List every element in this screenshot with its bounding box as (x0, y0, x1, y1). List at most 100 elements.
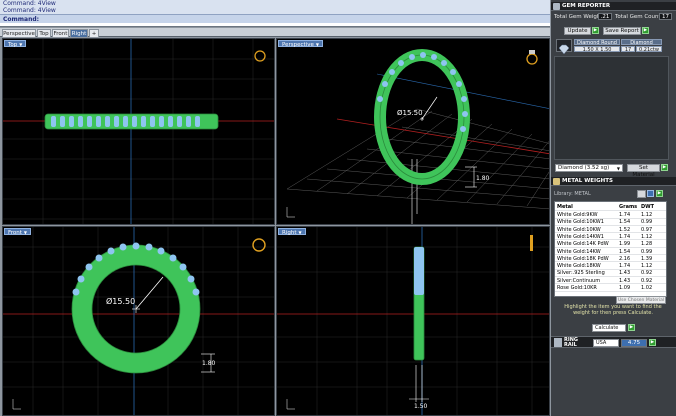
metal-table-row[interactable]: White Gold:10KW 1.52 0.97 (555, 226, 666, 234)
front-diameter-label: Ø15.50 (106, 296, 135, 306)
front-view-canvas: Ø15.50 1.80 (3, 227, 274, 415)
gem-table-size: 1.50 X 1.50 (574, 46, 620, 53)
metal-name-cell: Silver:Continuum (557, 277, 601, 284)
library-go-button[interactable]: ▶ (656, 190, 663, 197)
metal-name-cell: Silver:.925 Sterling (557, 270, 605, 277)
command-history: Command: 4View Command: 4View Command: (0, 0, 550, 27)
gem-reporter-header[interactable]: GEM REPORTER (551, 2, 676, 11)
gem-icon (553, 3, 560, 10)
front-height-label: 1.80 (202, 360, 216, 367)
gem-list-area (554, 56, 669, 160)
axis-gizmo-icon (286, 207, 295, 218)
dwt-cell: 0.99 (641, 219, 653, 226)
gem-row-right (414, 247, 424, 295)
ring-size-value[interactable]: 4.75 (621, 339, 647, 347)
ring-standard-select[interactable]: USA (593, 339, 619, 347)
ring-size-go-button[interactable]: ▶ (649, 339, 656, 346)
perspective-height-label: 1.80 (476, 175, 490, 182)
grams-cell: 1.74 (619, 263, 631, 270)
dwt-cell: 0.92 (641, 270, 653, 277)
viewport-label-perspective[interactable]: Perspective ▼ (278, 40, 323, 48)
viewport-perspective[interactable]: Ø15.50 1.80 Perspective ▼ (276, 38, 550, 225)
update-button[interactable]: Update (564, 27, 591, 35)
gem-table-weight: 0.21ctw (636, 46, 662, 53)
panel-empty-area (551, 349, 676, 416)
use-metal-button[interactable]: Use Chosen Material (616, 296, 666, 304)
calculate-go-button[interactable]: ▶ (628, 324, 635, 331)
library-label: Library: METAL (554, 191, 591, 197)
dwt-cell: 1.28 (641, 241, 653, 248)
grams-cell: 1.54 (619, 248, 631, 255)
viewport-front[interactable]: Ø15.50 1.80 Front ▼ (2, 226, 275, 416)
axis-gizmo-icon (12, 399, 21, 410)
metal-table-row[interactable]: White Gold:10KW1 1.54 0.99 (555, 219, 666, 226)
total-gem-count-value: 17 (659, 13, 672, 20)
dwt-cell: 0.97 (641, 226, 653, 233)
gem-table-count: 17 (621, 46, 635, 53)
grams-cell: 1.74 (619, 212, 631, 218)
dwt-cell: 1.39 (641, 255, 653, 262)
metal-table-header: Metal Grams DWT (555, 204, 666, 211)
ring-size-bar: RING RAIL USA 4.75 ▶ (551, 336, 676, 348)
metal-table-row[interactable]: White Gold:18KW 1.74 1.12 (555, 263, 666, 270)
perspective-diameter-label: Ø15.50 (397, 109, 423, 117)
metal-table-row[interactable]: Rose Gold:10KR 1.09 1.02 (555, 285, 666, 292)
material-select[interactable]: Diamond (3.52 sg) ▼ (555, 164, 623, 172)
grams-cell: 1.52 (619, 226, 631, 233)
grams-cell: 1.54 (619, 219, 631, 226)
calculate-hint: Highlight the item you want to find the … (564, 304, 662, 316)
metal-name-cell: White Gold:14KW1 (557, 233, 604, 240)
viewport-tab-bar: Perspective Top Front Right + (0, 28, 550, 37)
add-tab-button[interactable]: + (89, 29, 99, 37)
library-button-b[interactable] (647, 190, 654, 197)
metal-name-cell: White Gold:14KW (557, 248, 601, 255)
dwt-cell: 1.02 (641, 285, 653, 291)
set-material-button[interactable]: Set Material (627, 164, 660, 178)
ring-side-icon (530, 235, 533, 251)
right-width-label: 1.50 (414, 403, 428, 410)
metal-table-row[interactable]: Silver:Continuum 1.43 0.92 (555, 277, 666, 285)
ring-icon (526, 50, 538, 65)
tab-top[interactable]: Top (37, 29, 51, 37)
grams-cell: 1.43 (619, 270, 631, 277)
viewport-top[interactable]: Top ▼ (2, 38, 275, 225)
set-material-go-button[interactable]: ▶ (661, 164, 668, 171)
command-history-line: Command: 4View (0, 0, 550, 7)
save-report-button[interactable]: Save Report (603, 27, 641, 35)
tab-front[interactable]: Front (52, 29, 69, 37)
metal-table-row[interactable]: White Gold:14K PdW 1.99 1.28 (555, 241, 666, 248)
tab-right[interactable]: Right (70, 29, 88, 37)
viewport-right[interactable]: 1.50 Right ▼ (276, 226, 550, 416)
grams-cell: 2.16 (619, 255, 631, 262)
dwt-cell: 1.12 (641, 263, 653, 270)
metal-table-row[interactable]: White Gold:18K PdW 2.16 1.39 (555, 255, 666, 263)
grams-cell: 1.43 (619, 277, 631, 284)
dwt-cell: 1.12 (641, 233, 653, 240)
save-report-go-button[interactable]: ▶ (642, 27, 649, 34)
viewport-label-right[interactable]: Right ▼ (278, 228, 306, 236)
dwt-cell: 0.99 (641, 248, 653, 255)
metal-table-row[interactable]: White Gold:14KW 1.54 0.99 (555, 248, 666, 256)
viewport-label-top[interactable]: Top ▼ (4, 40, 27, 48)
metal-table-row[interactable]: White Gold:14KW1 1.74 1.12 (555, 233, 666, 241)
viewport-label-front[interactable]: Front ▼ (4, 228, 31, 236)
metal-name-cell: Rose Gold:10KR (557, 285, 597, 291)
diamond-round-thumbnail[interactable] (556, 39, 572, 55)
library-button-a[interactable] (637, 190, 646, 198)
dwt-cell: 1.12 (641, 212, 653, 218)
axis-gizmo-icon (286, 399, 295, 410)
update-go-button[interactable]: ▶ (592, 27, 599, 34)
dwt-cell: 0.92 (641, 277, 653, 284)
metal-table-row[interactable]: White Gold:9KW 1.74 1.12 (555, 212, 666, 219)
right-view-canvas: 1.50 (277, 227, 549, 415)
metal-table-row[interactable]: Silver:.925 Sterling 1.43 0.92 (555, 270, 666, 277)
command-history-line: Command: 4View (0, 7, 550, 14)
ring-icon (252, 238, 266, 252)
perspective-view-canvas: Ø15.50 1.80 (286, 49, 549, 224)
metal-weights-header[interactable]: METAL WEIGHTS (551, 177, 676, 186)
calculate-select[interactable]: Calculate (592, 324, 626, 332)
metal-weights-table[interactable]: Metal Grams DWT White Gold:9KW 1.74 1.12 Wh… (554, 201, 667, 297)
metal-name-cell: White Gold:10KW1 (557, 219, 604, 226)
command-input[interactable]: Command: (0, 14, 550, 23)
tab-perspective[interactable]: Perspective (2, 29, 36, 37)
